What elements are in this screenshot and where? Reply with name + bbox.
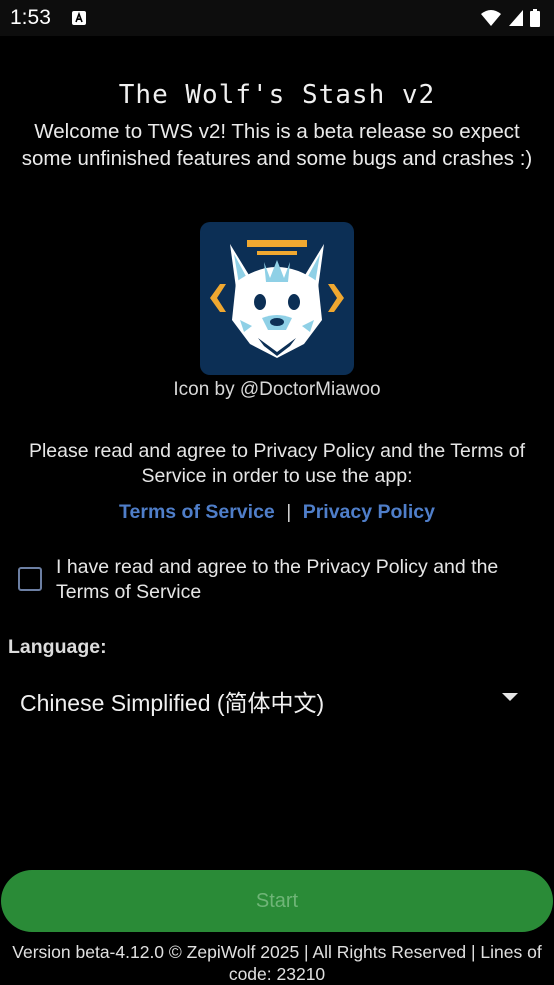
icon-credit: Icon by @DoctorMiawoo (173, 379, 381, 400)
status-bar: 1:53 (0, 0, 554, 36)
app-title: The Wolf's Stash v2 (118, 80, 436, 110)
wifi-icon (481, 10, 501, 26)
start-button[interactable]: Start (1, 870, 553, 932)
dropdown-arrow-icon[interactable] (502, 693, 518, 701)
battery-icon (530, 9, 540, 27)
wolf-logo-icon (200, 222, 354, 375)
language-label: Language: (8, 636, 107, 658)
status-time: 1:53 (10, 6, 51, 29)
link-separator: | (286, 501, 292, 523)
notification-a-icon (72, 11, 86, 25)
signal-icon (509, 10, 523, 26)
agreement-checkbox[interactable] (18, 567, 42, 591)
version-footer: Version beta-4.12.0 © ZepiWolf 2025 | Al… (12, 942, 542, 984)
policy-links: Terms of Service | Privacy Policy (0, 501, 554, 524)
privacy-policy-link[interactable]: Privacy Policy (303, 501, 435, 523)
agreement-checkbox-label[interactable]: I have read and agree to the Privacy Pol… (56, 555, 548, 605)
terms-of-service-link[interactable]: Terms of Service (119, 501, 275, 523)
agreement-checkbox-row[interactable]: I have read and agree to the Privacy Pol… (18, 555, 548, 605)
language-dropdown[interactable]: Chinese Simplified (简体中文) (0, 676, 554, 720)
welcome-message: Welcome to TWS v2! This is a beta releas… (21, 120, 533, 170)
status-icons (480, 9, 540, 27)
agreement-intro: Please read and agree to Privacy Policy … (28, 440, 526, 487)
language-selected-value[interactable]: Chinese Simplified (简体中文) (20, 684, 324, 718)
